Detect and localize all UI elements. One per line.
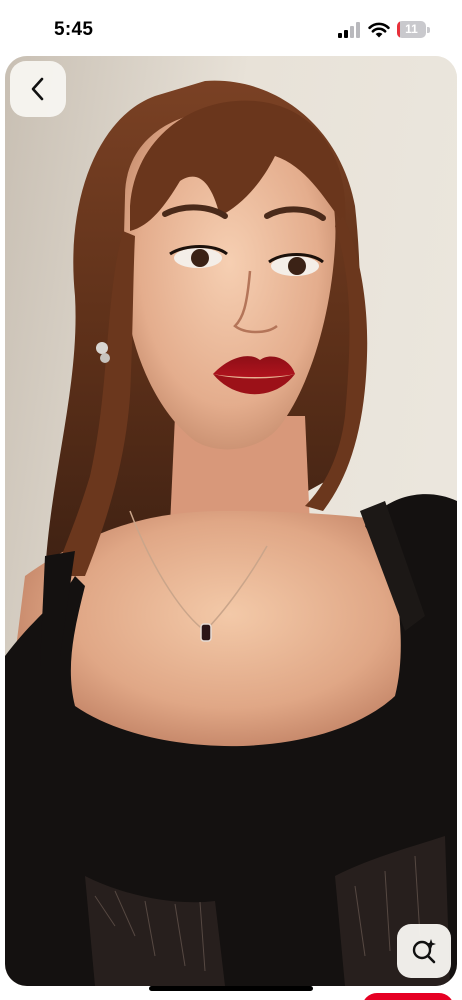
status-time: 5:45 (54, 19, 94, 40)
battery-cap (427, 27, 430, 33)
save-button[interactable] (362, 993, 454, 1000)
pin-closeup-screen: 5:45 11 (0, 0, 462, 1000)
battery-icon: 11 (397, 21, 431, 38)
battery-body: 11 (397, 21, 426, 38)
pin-image-card[interactable] (5, 56, 457, 986)
signal-icon (338, 22, 360, 38)
battery-level: 11 (405, 22, 418, 36)
home-indicator (149, 986, 313, 991)
visual-search-button[interactable] (397, 924, 451, 978)
pin-photo[interactable] (5, 56, 457, 986)
chevron-left-icon (31, 77, 44, 101)
back-button[interactable] (10, 61, 66, 117)
visual-search-icon (412, 939, 436, 964)
status-bar: 5:45 11 (0, 0, 462, 56)
wifi-icon (368, 22, 390, 38)
